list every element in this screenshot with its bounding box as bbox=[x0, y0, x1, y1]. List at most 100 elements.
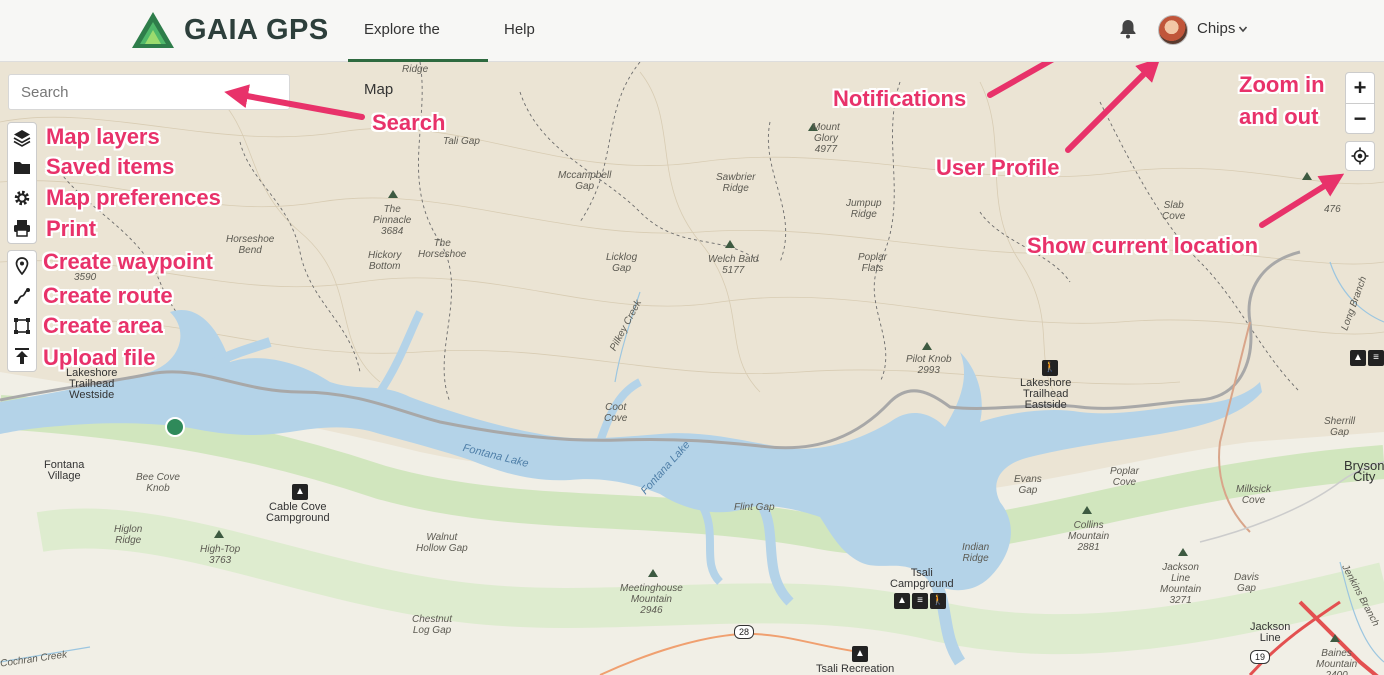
place-label: Horseshoe Bend bbox=[226, 234, 275, 256]
layers-icon bbox=[13, 130, 31, 147]
upload-file-button[interactable] bbox=[8, 341, 36, 371]
place-label: Poplar Cove bbox=[1110, 466, 1139, 488]
place-label: Jackson Line Mountain 3271 bbox=[1160, 562, 1202, 606]
place-label: Evans Gap bbox=[1014, 474, 1042, 496]
annotation-create-area: Create area bbox=[43, 313, 163, 338]
route-shield: 28 bbox=[734, 625, 754, 639]
place-label: Walnut Hollow Gap bbox=[416, 532, 468, 554]
hiker-icon[interactable]: 🚶 bbox=[930, 593, 946, 609]
annotation-notifications: Notifications bbox=[833, 86, 967, 111]
user-name[interactable]: Chips bbox=[1197, 20, 1235, 37]
place-label: The Horseshoe bbox=[418, 238, 467, 260]
create-area-button[interactable] bbox=[8, 311, 36, 341]
peak-icon bbox=[388, 190, 398, 198]
peak-icon bbox=[725, 240, 735, 248]
peak-icon bbox=[922, 342, 932, 350]
pine-tree-icon[interactable] bbox=[165, 417, 185, 437]
annotation-zoom-line1: Zoom in bbox=[1239, 72, 1325, 97]
peak-icon bbox=[648, 569, 658, 577]
place-label: Chestnut Log Gap bbox=[412, 614, 453, 636]
annotation-map-preferences: Map preferences bbox=[46, 185, 221, 210]
route-icon bbox=[14, 288, 30, 304]
search-input[interactable] bbox=[8, 74, 290, 110]
place-label: Welch Bald 5177 bbox=[708, 254, 759, 276]
crosshair-location-icon bbox=[1351, 147, 1369, 165]
place-label: Poplar Flats bbox=[858, 252, 887, 274]
place-label: Meetinghouse Mountain 2946 bbox=[620, 583, 683, 616]
place-label: Sherrill Gap bbox=[1324, 416, 1356, 438]
place-label: Collins Mountain 2881 bbox=[1068, 520, 1110, 553]
place-label: Mount Glory 4977 bbox=[812, 122, 840, 155]
saved-items-button[interactable] bbox=[8, 153, 36, 183]
place-label: Jumpup Ridge bbox=[846, 198, 882, 220]
map-preferences-button[interactable] bbox=[8, 183, 36, 213]
city-label: Bryson City bbox=[1344, 458, 1384, 484]
picnic-icon[interactable]: ≡ bbox=[1368, 350, 1384, 366]
zoom-controls: + − bbox=[1345, 72, 1375, 134]
current-location-button[interactable] bbox=[1345, 141, 1375, 171]
annotation-zoom-line2: and out bbox=[1239, 104, 1319, 129]
peak-icon bbox=[1082, 506, 1092, 514]
waypoint-pin-icon bbox=[15, 257, 29, 275]
campground-icon[interactable]: ▲ bbox=[852, 646, 868, 662]
picnic-icon[interactable]: ≡ bbox=[912, 593, 928, 609]
annotation-upload-file: Upload file bbox=[43, 345, 156, 370]
place-label: Hickory Bottom bbox=[368, 250, 402, 272]
zoom-out-button[interactable]: − bbox=[1346, 103, 1374, 133]
map-tools-group bbox=[7, 122, 37, 244]
place-label: 476 bbox=[1324, 204, 1341, 215]
place-label: Milksick Cove bbox=[1236, 484, 1271, 506]
place-label: Flint Gap bbox=[734, 502, 775, 513]
map-layers-button[interactable] bbox=[8, 123, 36, 153]
bell-icon[interactable] bbox=[1116, 17, 1140, 41]
place-label: Slab Cove bbox=[1162, 200, 1186, 222]
chevron-down-icon[interactable] bbox=[1238, 24, 1248, 34]
annotation-create-route: Create route bbox=[43, 283, 173, 308]
place-label: Sawbrier Ridge bbox=[716, 172, 756, 194]
place-label: Davis Gap bbox=[1234, 572, 1260, 594]
map-canvas[interactable]: Ridge Tali Gap Mount Glory 4977 Mccampbell… bbox=[0, 62, 1384, 675]
avatar[interactable] bbox=[1158, 15, 1188, 45]
create-waypoint-button[interactable] bbox=[8, 251, 36, 281]
annotation-saved-items: Saved items bbox=[46, 154, 175, 179]
area-icon bbox=[14, 318, 30, 334]
create-route-button[interactable] bbox=[8, 281, 36, 311]
top-navigation-bar: GAIA GPS Explore the Map Help Chips bbox=[0, 0, 1384, 98]
folder-icon bbox=[14, 162, 30, 174]
mountain-logo-icon bbox=[132, 12, 174, 48]
upload-icon bbox=[15, 348, 29, 364]
zoom-in-button[interactable]: + bbox=[1346, 73, 1374, 103]
hiker-icon[interactable]: 🚶 bbox=[1042, 360, 1058, 376]
nav-explore-the-map[interactable]: Explore the Map bbox=[348, 0, 488, 98]
place-label: BainesMountain2400 bbox=[1316, 648, 1358, 675]
place-label: Higlon Ridge bbox=[114, 524, 143, 546]
recreation-label: Tsali Recreation bbox=[816, 663, 895, 675]
peak-icon bbox=[214, 530, 224, 538]
create-tools-group bbox=[7, 250, 37, 372]
place-label: Tali Gap bbox=[443, 136, 480, 147]
nav-help[interactable]: Help bbox=[488, 0, 551, 62]
town-label: Jackson Line bbox=[1250, 621, 1291, 644]
place-label: Licklog Gap bbox=[606, 252, 638, 274]
route-shield: 19 bbox=[1250, 650, 1270, 664]
annotation-create-waypoint: Create waypoint bbox=[43, 249, 213, 274]
peak-icon bbox=[1178, 548, 1188, 556]
annotation-user-profile: User Profile bbox=[936, 155, 1060, 180]
print-button[interactable] bbox=[8, 213, 36, 243]
campground-label: Tsali Campground bbox=[890, 567, 954, 590]
annotation-map-layers: Map layers bbox=[46, 124, 160, 149]
printer-icon bbox=[14, 220, 30, 237]
place-label: Pilot Knob 2993 bbox=[906, 354, 952, 376]
gaia-gps-logo[interactable]: GAIA GPS bbox=[130, 10, 329, 50]
place-label: Ridge bbox=[402, 64, 429, 75]
logo-text: GAIA GPS bbox=[184, 13, 329, 46]
campground-label: Cable Cove Campground bbox=[266, 501, 330, 524]
campground-icon[interactable]: ▲ bbox=[894, 593, 910, 609]
campground-icon[interactable]: ▲ bbox=[292, 484, 308, 500]
place-label: Mccampbell Gap bbox=[558, 170, 612, 192]
gear-icon bbox=[14, 190, 30, 206]
trailhead-label: Lakeshore Trailhead Westside bbox=[66, 367, 118, 401]
campground-icon[interactable]: ▲ bbox=[1350, 350, 1366, 366]
town-label: Fontana Village bbox=[44, 459, 85, 482]
place-label: Bee Cove Knob bbox=[136, 472, 180, 494]
